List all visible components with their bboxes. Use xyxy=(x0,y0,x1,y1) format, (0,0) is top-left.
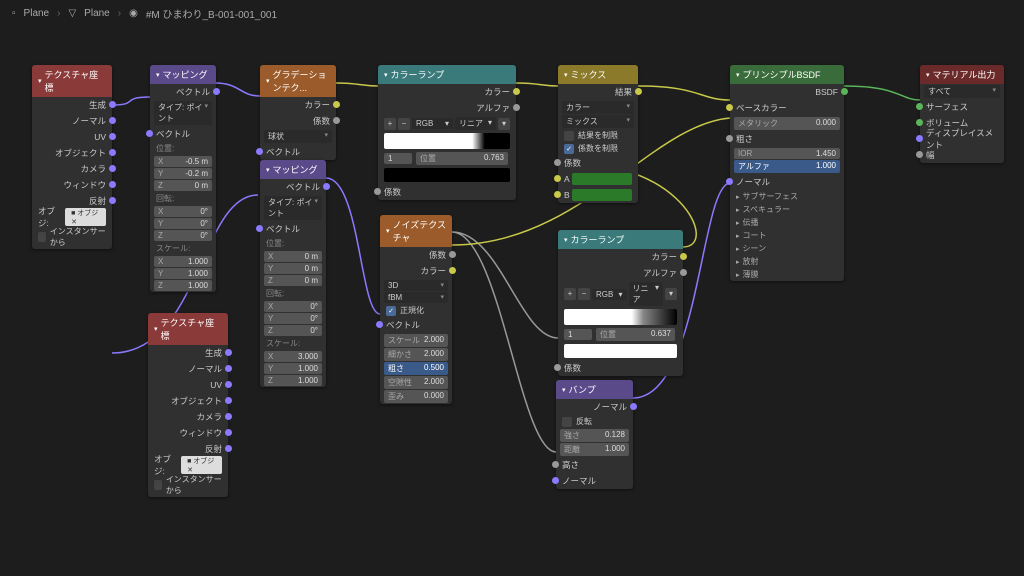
node-mapping[interactable]: マッピング ベクトル タイプ: ポイント ベクトル 位置: X-0.5 m Y-… xyxy=(150,65,216,292)
node-mapping2[interactable]: マッピング ベクトル タイプ: ポイント ベクトル 位置: X0 m Y0 m … xyxy=(260,160,326,387)
gradient-type[interactable]: 球状 xyxy=(264,130,332,143)
node-header[interactable]: カラーランプ xyxy=(558,230,683,249)
node-texcoord2[interactable]: テクスチャ座標 生成 ノーマル UV オブジェクト カメラ ウィンドウ 反射 オ… xyxy=(148,313,228,497)
type-dropdown[interactable]: タイプ: ポイント xyxy=(154,101,212,125)
bc-icon2: ▽ xyxy=(68,8,76,19)
node-mix[interactable]: ミックス 結果 カラー ミックス 結果を制限 ✓係数を制限 係数 A B xyxy=(558,65,638,203)
node-colorramp[interactable]: カラーランプ カラー アルファ +−RGB▾リニア▾▾ 1位置0.763 係数 xyxy=(378,65,516,200)
checkbox[interactable] xyxy=(38,232,46,242)
node-header[interactable]: ノイズテクスチャ xyxy=(380,215,452,247)
node-header[interactable]: マテリアル出力 xyxy=(920,65,1004,84)
bc-b[interactable]: Plane xyxy=(84,8,110,19)
bc-sep2: › xyxy=(118,8,121,19)
node-gradient[interactable]: グラデーションテク... カラー 係数 球状 ベクトル xyxy=(260,65,336,160)
bc-a[interactable]: Plane xyxy=(24,8,50,19)
node-header[interactable]: ミックス xyxy=(558,65,638,84)
bc-c[interactable]: #M ひまわり_B-001-001_001 xyxy=(146,6,277,21)
node-texcoord[interactable]: テクスチャ座標 生成 ノーマル UV オブジェクト カメラ ウィンドウ 反射 オ… xyxy=(32,65,112,249)
ramp-gradient[interactable] xyxy=(384,133,510,149)
bc-sep: › xyxy=(57,8,60,19)
node-bump[interactable]: バンプ ノーマル 反転 強さ0.128 距離1.000 高さ ノーマル xyxy=(556,380,633,489)
node-header[interactable]: グラデーションテク... xyxy=(260,65,336,97)
node-header[interactable]: テクスチャ座標 xyxy=(148,313,228,345)
bc-icon3: ◉ xyxy=(129,8,138,19)
node-header[interactable]: テクスチャ座標 xyxy=(32,65,112,97)
node-header[interactable]: バンプ xyxy=(556,380,633,399)
bc-icon: ▫ xyxy=(12,8,16,19)
node-noise[interactable]: ノイズテクスチャ 係数 カラー 3D fBM ✓正規化 ベクトル スケール2.0… xyxy=(380,215,452,404)
ramp-gradient[interactable] xyxy=(564,309,677,325)
node-header[interactable]: カラーランプ xyxy=(378,65,516,84)
breadcrumb[interactable]: ▫ Plane › ▽ Plane › ◉ #M ひまわり_B-001-001_… xyxy=(12,6,277,21)
node-header[interactable]: マッピング xyxy=(260,160,326,179)
node-header[interactable]: プリンシプルBSDF xyxy=(730,65,844,84)
node-colorramp2[interactable]: カラーランプ カラー アルファ +−RGB▾リニア▾▾ 1位置0.637 係数 xyxy=(558,230,683,376)
node-output[interactable]: マテリアル出力 すべて サーフェス ボリューム ディスプレイスメント 幅 xyxy=(920,65,1004,163)
node-header[interactable]: マッピング xyxy=(150,65,216,84)
node-bsdf[interactable]: プリンシプルBSDF BSDF ベースカラー メタリック0.000 粗さ IOR… xyxy=(730,65,844,281)
